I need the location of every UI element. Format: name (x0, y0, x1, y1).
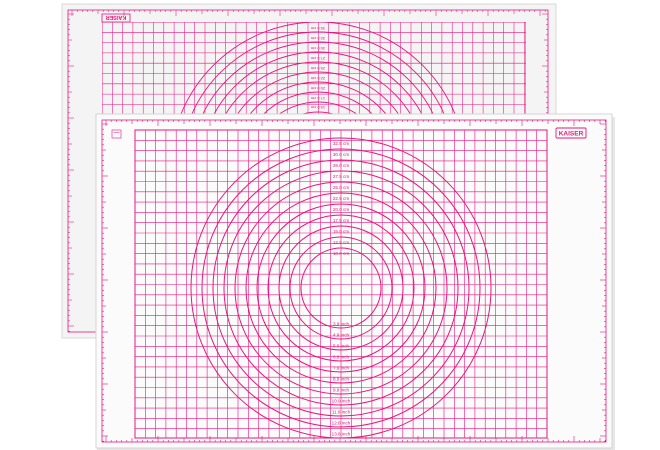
cm-size-label: 32.5 cm (310, 36, 325, 41)
back-mat-cm-labels: 35.0 cm 32.5 cm 30.0 cm 27.5 cm 25.0 cm 22.5 … (310, 26, 325, 110)
back-brand-text: KAISER (106, 14, 127, 20)
inch-size-label: 4.9 inch (333, 333, 350, 338)
cm-size-label: 25.0 cm (310, 66, 325, 71)
front-brand-badge: KAISER (555, 127, 587, 139)
cm-size-label: 30.0 cm (310, 46, 325, 51)
cm-size-label: 22.5 cm (310, 76, 325, 81)
cm-size-label: 27.5 cm (333, 174, 350, 179)
cm-size-label: 17.5 cm (310, 96, 325, 101)
cm-size-label: 15.0 cm (333, 229, 350, 234)
front-baking-mat: 32.5 cm 30.0 cm 28.0 cm 27.5 cm 25.0 cm 22.5 … (95, 113, 615, 450)
cm-size-label: 25.0 cm (333, 185, 350, 190)
cm-size-label: 17.5 cm (333, 218, 350, 223)
inch-size-label: 12.8 inch (332, 421, 351, 426)
inch-size-label: 13.8 inch (332, 432, 351, 437)
inch-size-label: 5.9 inch (333, 344, 350, 349)
cm-size-label: 20.0 cm (310, 86, 325, 91)
cm-size-label: 12.5 cm (333, 240, 350, 245)
back-brand-badge: KAISER (101, 13, 131, 23)
silicone-baking-mats-photo: 35.0 cm 32.5 cm 30.0 cm 27.5 cm 25.0 cm 22.5 … (61, 3, 615, 450)
cm-size-label: 35.0 cm (310, 26, 325, 31)
inch-size-label: 10.9 inch (332, 399, 351, 404)
cm-size-label: 27.5 cm (310, 56, 325, 61)
cm-size-label: 10.0 cm (333, 251, 350, 256)
inch-size-label: 11.9 inch (332, 410, 351, 415)
cm-size-label: 30.0 cm (333, 152, 350, 157)
cm-size-label: 28.0 cm (333, 163, 350, 168)
inch-size-label: 7.9 inch (333, 366, 350, 371)
cm-size-label: 20.0 cm (333, 207, 350, 212)
inch-size-label: 6.9 inch (333, 355, 350, 360)
front-brand-text: KAISER (559, 130, 584, 137)
inch-size-label: 8.9 inch (333, 377, 350, 382)
inch-size-label: 9.9 inch (333, 388, 350, 393)
inch-size-label: 3.9 inch (333, 322, 350, 327)
cm-size-label: 15.0 cm (310, 105, 325, 110)
cm-size-label: 22.5 cm (333, 196, 350, 201)
cm-size-label: 32.5 cm (333, 141, 350, 146)
